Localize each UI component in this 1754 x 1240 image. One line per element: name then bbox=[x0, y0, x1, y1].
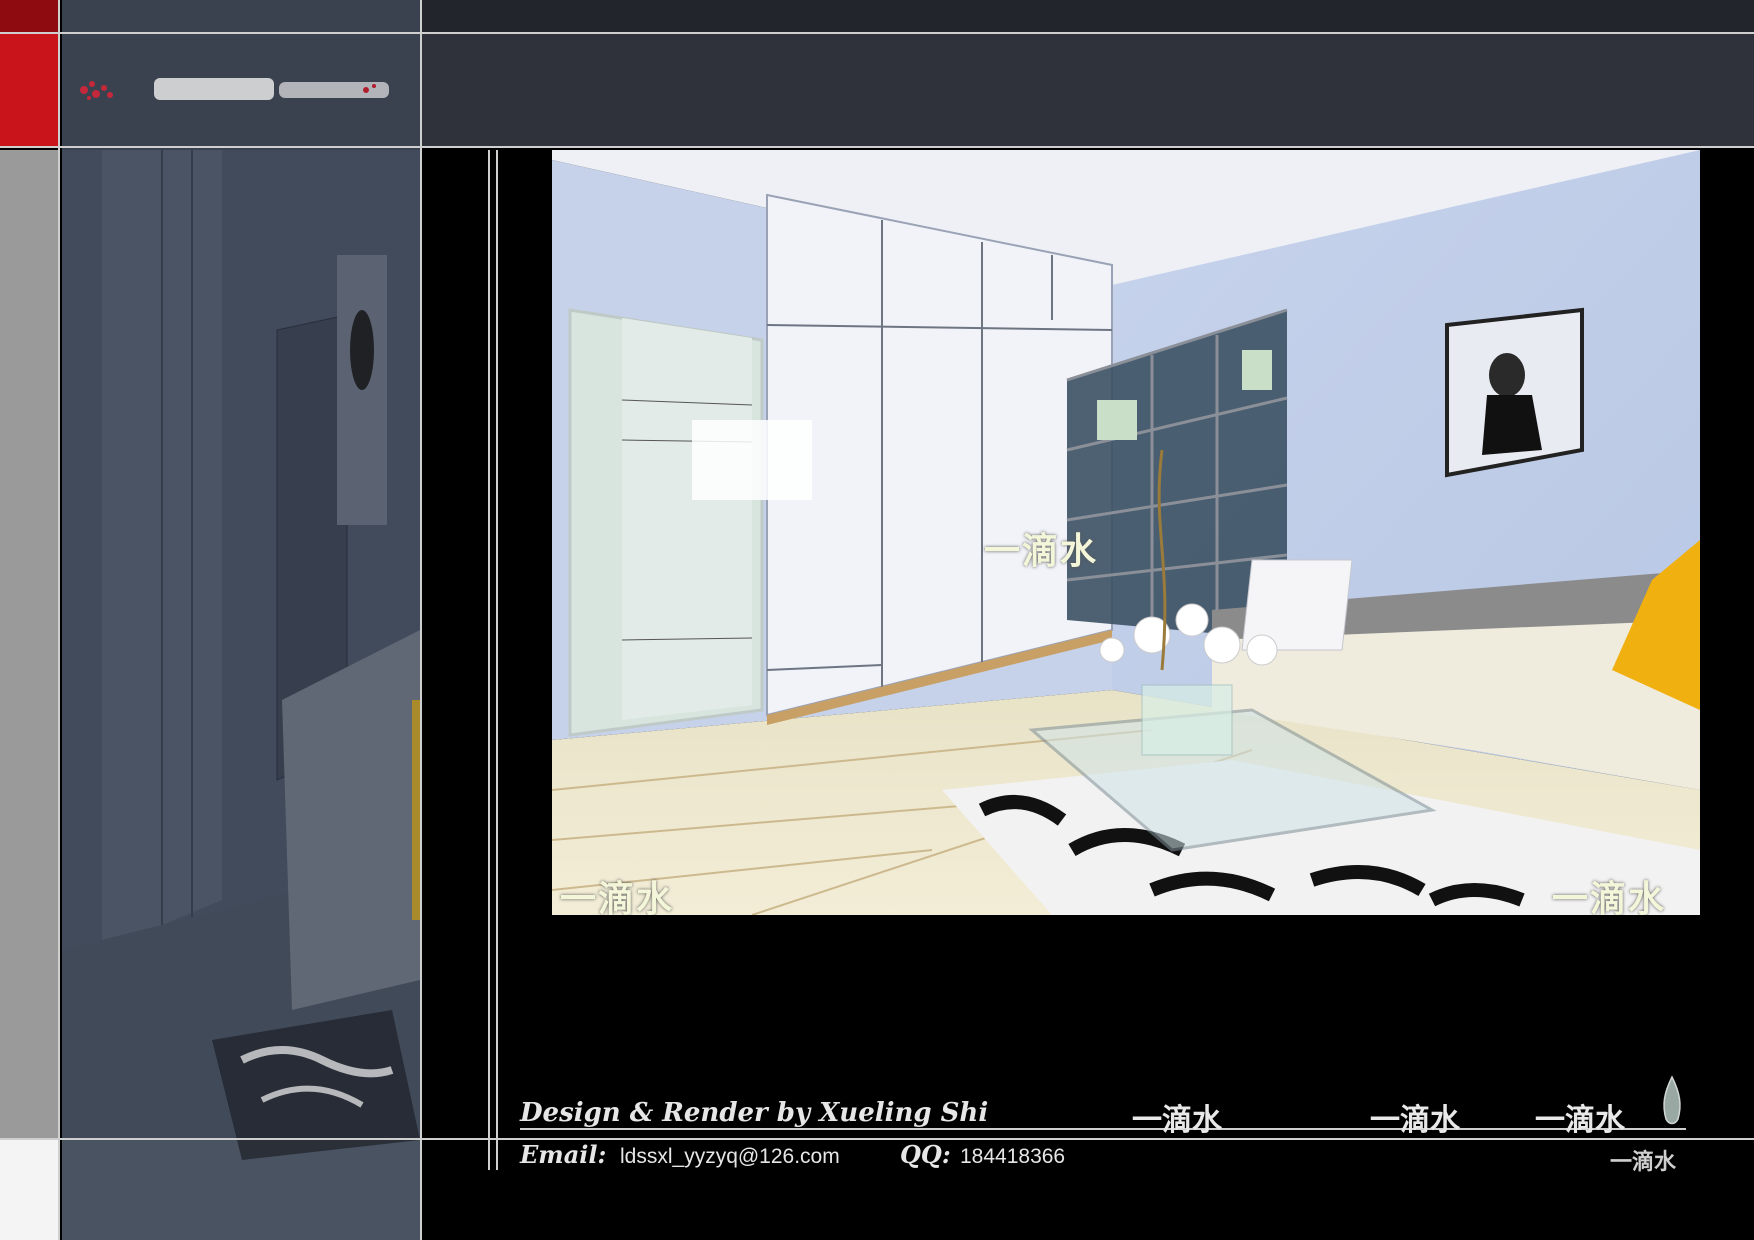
frame-white-block bbox=[0, 1140, 58, 1240]
watermark-bottom-right: 一滴水 bbox=[1552, 878, 1667, 915]
divider-footer bbox=[0, 1138, 1754, 1140]
thumbnail-panel bbox=[62, 0, 420, 1240]
brand-mark-small: 一滴水 bbox=[1610, 1149, 1677, 1174]
thumbnail-render bbox=[62, 0, 420, 1240]
interior-render: 一滴水 一滴水 一滴水 bbox=[552, 150, 1700, 915]
divider-content-b bbox=[496, 150, 498, 1170]
water-drop-icon bbox=[1663, 1075, 1681, 1125]
room-illustration bbox=[552, 150, 1700, 915]
credit-line: Design & Render by Xueling Shi bbox=[520, 1098, 989, 1128]
frame-grey-bar bbox=[0, 150, 58, 1140]
brand-mark-2: 一滴水 bbox=[1370, 1103, 1460, 1138]
divider-header bbox=[0, 146, 1754, 148]
header-top-strip bbox=[420, 0, 1754, 33]
qq-label: QQ: bbox=[900, 1140, 951, 1169]
email-label: Email: bbox=[520, 1140, 607, 1169]
divider-left bbox=[58, 0, 60, 1240]
logo-glyph bbox=[80, 78, 389, 100]
email-address: ldssxl_yyzyq@126.com bbox=[620, 1145, 840, 1168]
watermark-center: 一滴水 bbox=[984, 530, 1099, 572]
frame-red-strip bbox=[0, 0, 58, 33]
divider-top bbox=[0, 32, 1754, 34]
divider-credit bbox=[520, 1128, 1686, 1130]
brand-mark-3: 一滴水 bbox=[1535, 1103, 1625, 1138]
divider-panel bbox=[420, 0, 422, 1240]
brand-mark-1: 一滴水 bbox=[1132, 1103, 1222, 1138]
watermark-bottom-left: 一滴水 bbox=[560, 878, 675, 915]
divider-content-a bbox=[488, 150, 490, 1170]
qq-number: 184418366 bbox=[960, 1145, 1066, 1168]
